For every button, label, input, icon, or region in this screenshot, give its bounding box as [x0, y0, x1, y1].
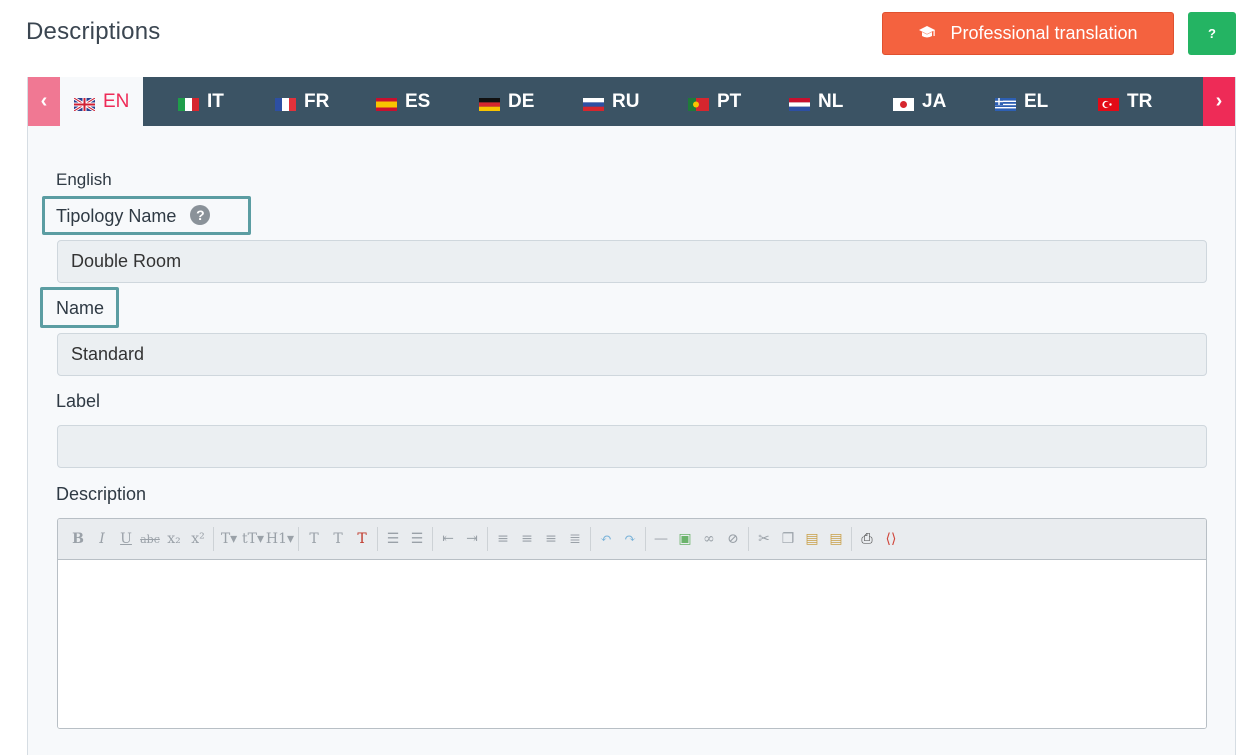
tab-de[interactable]: DE	[479, 77, 534, 126]
underline-icon[interactable]: U	[114, 527, 138, 551]
turkey-flag-icon	[1098, 95, 1119, 111]
outdent-icon[interactable]: ⇤	[436, 527, 460, 551]
undo-icon[interactable]: ↶	[594, 527, 618, 551]
tipology-name-label-text: Tipology Name	[56, 206, 177, 226]
chevron-right-icon: ›	[1215, 90, 1223, 112]
russia-flag-icon	[583, 95, 604, 111]
description-label: Description	[56, 484, 147, 504]
description-textarea[interactable]	[58, 560, 1206, 728]
tabs-prev-button[interactable]: ‹	[28, 77, 60, 126]
unlink-icon[interactable]: ⊘	[721, 527, 745, 551]
tab-ru[interactable]: RU	[583, 77, 639, 126]
editor-toolbar: B I U abc x₂ x² T▾ tT▾ H1▾ T T T ☰ ☰ ⇤ ⇥…	[58, 519, 1206, 560]
help-button[interactable]: ?	[1188, 12, 1236, 55]
description-editor: B I U abc x₂ x² T▾ tT▾ H1▾ T T T ☰ ☰ ⇤ ⇥…	[57, 518, 1207, 729]
tab-label: EL	[1024, 90, 1049, 112]
language-tabbar: ‹ EN IT FR ES DE RU PT NL JA EL TR ›	[28, 77, 1235, 126]
label-field[interactable]	[57, 425, 1207, 468]
toolbar-divider	[377, 527, 378, 551]
bold-icon[interactable]: B	[66, 527, 90, 551]
japan-flag-icon	[893, 95, 914, 111]
toolbar-divider	[487, 527, 488, 551]
tab-el[interactable]: EL	[995, 77, 1048, 126]
align-right-icon[interactable]: ≡	[539, 527, 563, 551]
heading-icon[interactable]: H1▾	[265, 527, 295, 551]
tab-label: DE	[508, 90, 535, 112]
toolbar-divider	[590, 527, 591, 551]
bullet-list-icon[interactable]: ☰	[381, 527, 405, 551]
tab-it[interactable]: IT	[178, 77, 224, 126]
italy-flag-icon	[178, 95, 199, 111]
name-field[interactable]: Standard	[57, 333, 1207, 376]
tab-label: EN	[103, 90, 130, 112]
professional-translation-button[interactable]: Professional translation	[882, 12, 1174, 55]
page-title: Descriptions	[26, 18, 161, 45]
tab-label: RU	[612, 90, 640, 112]
greece-flag-icon	[995, 95, 1016, 111]
print-icon[interactable]: ⎙	[855, 527, 879, 551]
font-size-icon[interactable]: tT▾	[241, 527, 265, 551]
superscript-icon[interactable]: x²	[186, 527, 210, 551]
subscript-icon[interactable]: x₂	[162, 527, 186, 551]
toolbar-divider	[298, 527, 299, 551]
toolbar-divider	[213, 527, 214, 551]
question-circle-icon[interactable]: ?	[190, 205, 211, 225]
paste-text-icon[interactable]: ▤	[824, 527, 848, 551]
image-icon[interactable]: ▣	[673, 527, 697, 551]
professional-translation-label: Professional translation	[950, 23, 1138, 43]
source-code-icon[interactable]: ⟨⟩	[879, 527, 903, 551]
tipology-name-label: Tipology Name?	[56, 205, 211, 227]
tab-label: ES	[405, 90, 431, 112]
tabs-next-button[interactable]: ›	[1203, 77, 1235, 126]
tab-label: FR	[304, 90, 330, 112]
language-heading: English	[56, 170, 112, 189]
spain-flag-icon	[376, 95, 397, 111]
font-family-icon[interactable]: T▾	[217, 527, 241, 551]
indent-icon[interactable]: ⇥	[460, 527, 484, 551]
clear-format-icon[interactable]: T	[350, 527, 374, 551]
tab-es[interactable]: ES	[376, 77, 430, 126]
toolbar-divider	[645, 527, 646, 551]
redo-icon[interactable]: ↷	[618, 527, 642, 551]
netherlands-flag-icon	[789, 95, 810, 111]
numbered-list-icon[interactable]: ☰	[405, 527, 429, 551]
toolbar-divider	[432, 527, 433, 551]
cut-icon[interactable]: ✂	[752, 527, 776, 551]
tab-label: JA	[922, 90, 947, 112]
horizontal-rule-icon[interactable]: —	[649, 527, 673, 551]
graduation-cap-icon	[918, 23, 936, 44]
chevron-left-icon: ‹	[40, 90, 48, 112]
france-flag-icon	[275, 95, 296, 111]
uk-flag-icon	[73, 95, 96, 113]
name-label: Name	[56, 298, 105, 318]
text-color-icon[interactable]: T	[302, 527, 326, 551]
tab-label: PT	[717, 90, 742, 112]
tab-ja[interactable]: JA	[893, 77, 946, 126]
tipology-name-field[interactable]: Double Room	[57, 240, 1207, 283]
germany-flag-icon	[479, 95, 500, 111]
toolbar-divider	[748, 527, 749, 551]
toolbar-divider	[851, 527, 852, 551]
align-left-icon[interactable]: ≡	[491, 527, 515, 551]
align-justify-icon[interactable]: ≣	[563, 527, 587, 551]
align-center-icon[interactable]: ≡	[515, 527, 539, 551]
strikethrough-icon[interactable]: abc	[138, 527, 162, 551]
tab-fr[interactable]: FR	[275, 77, 329, 126]
tab-nl[interactable]: NL	[789, 77, 843, 126]
tab-tr[interactable]: TR	[1098, 77, 1152, 126]
portugal-flag-icon	[688, 95, 709, 111]
tab-label: TR	[1127, 90, 1153, 112]
tab-label: NL	[818, 90, 844, 112]
tab-pt[interactable]: PT	[688, 77, 741, 126]
tab-label: IT	[207, 90, 224, 112]
copy-icon[interactable]: ❐	[776, 527, 800, 551]
italic-icon[interactable]: I	[90, 527, 114, 551]
highlight-icon[interactable]: T	[326, 527, 350, 551]
paste-icon[interactable]: ▤	[800, 527, 824, 551]
link-icon[interactable]: ∞	[697, 527, 721, 551]
label-label: Label	[56, 391, 101, 411]
tab-en[interactable]: EN	[60, 77, 144, 126]
